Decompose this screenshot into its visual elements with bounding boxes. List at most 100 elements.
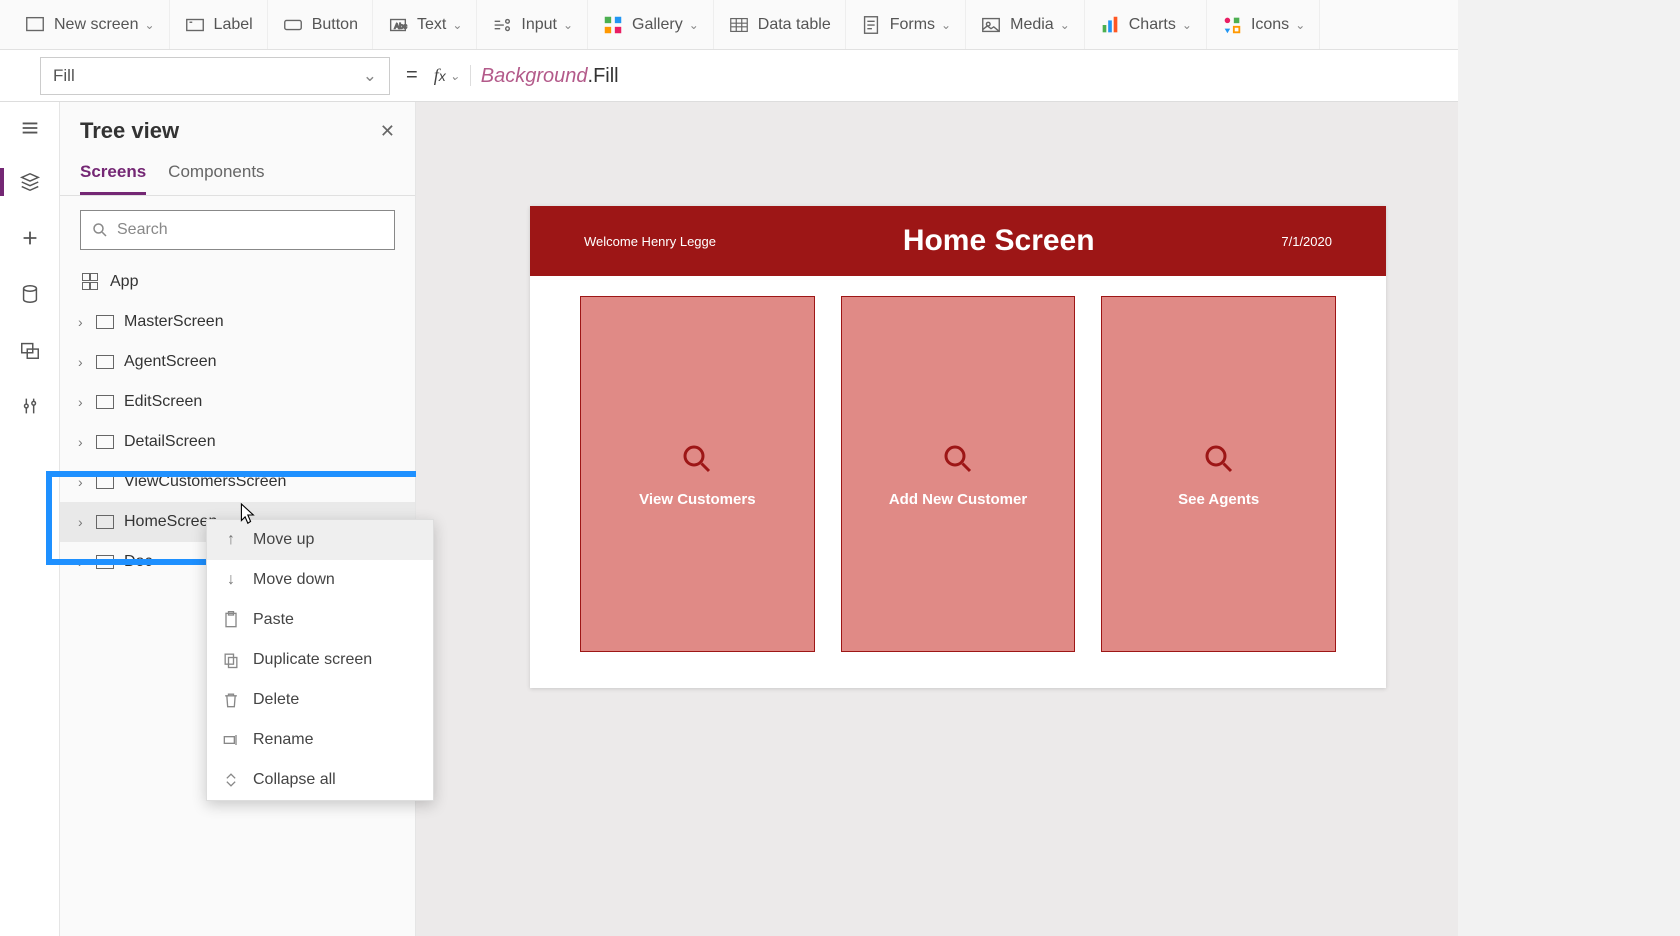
svg-text:Abc: Abc	[394, 21, 407, 30]
tree-item-agentscreen[interactable]: › AgentScreen	[60, 342, 415, 382]
tree-view-panel: Tree view ✕ Screens Components Search Ap…	[60, 102, 416, 936]
label-icon	[184, 14, 206, 36]
chevron-down-icon: ⌄	[144, 18, 154, 32]
arrow-down-icon: ↓	[221, 570, 241, 590]
screen-icon	[96, 435, 114, 449]
tree-item-label: Doc	[124, 553, 152, 571]
ctx-collapse-all[interactable]: Collapse all	[207, 760, 433, 800]
input-label: Input	[521, 16, 557, 34]
app-preview[interactable]: Welcome Henry Legge Home Screen 7/1/2020…	[530, 206, 1386, 688]
label-label: Label	[214, 16, 253, 34]
ctx-delete[interactable]: Delete	[207, 680, 433, 720]
formula-bar: Fill ⌄ = fx⌄ Background.Fill	[0, 50, 1680, 102]
gallery-label: Gallery	[632, 16, 683, 34]
tree-item-label: MasterScreen	[124, 313, 224, 331]
data-button[interactable]	[10, 274, 50, 314]
media-panel-button[interactable]	[10, 330, 50, 370]
chevron-down-icon: ⌄	[1182, 18, 1192, 32]
data-table-button[interactable]: Data table	[714, 0, 846, 49]
ctx-duplicate[interactable]: Duplicate screen	[207, 640, 433, 680]
screen-icon	[24, 14, 46, 36]
tools-button[interactable]	[10, 386, 50, 426]
icons-label: Icons	[1251, 16, 1289, 34]
media-button[interactable]: Media ⌄	[966, 0, 1085, 49]
hamburger-button[interactable]	[10, 108, 50, 148]
screen-icon	[96, 555, 114, 569]
welcome-text: Welcome Henry Legge	[584, 234, 716, 249]
chevron-down-icon: ⌄	[452, 18, 462, 32]
tile-label: See Agents	[1178, 491, 1259, 508]
tab-components[interactable]: Components	[168, 154, 264, 195]
chevron-right-icon: ›	[78, 474, 92, 490]
tree-item-editscreen[interactable]: › EditScreen	[60, 382, 415, 422]
paste-icon	[221, 610, 241, 630]
tree-view-button[interactable]	[10, 162, 50, 202]
new-screen-label: New screen	[54, 16, 138, 34]
ctx-label: Duplicate screen	[253, 651, 372, 669]
charts-icon	[1099, 14, 1121, 36]
formula-input[interactable]: Background.Fill	[481, 63, 619, 88]
tree-item-viewcustomersscreen[interactable]: › ViewCustomersScreen	[60, 462, 415, 502]
ctx-rename[interactable]: Rename	[207, 720, 433, 760]
icons-button[interactable]: Icons ⌄	[1207, 0, 1320, 49]
table-icon	[728, 14, 750, 36]
media-label: Media	[1010, 16, 1054, 34]
ctx-move-up[interactable]: ↑ Move up	[207, 520, 433, 560]
tree-item-label: ViewCustomersScreen	[124, 473, 286, 491]
chevron-right-icon: ›	[78, 354, 92, 370]
chevron-right-icon: ›	[78, 554, 92, 570]
input-icon	[491, 14, 513, 36]
button-icon	[282, 14, 304, 36]
ctx-paste[interactable]: Paste	[207, 600, 433, 640]
search-input[interactable]: Search	[80, 210, 395, 250]
icons-icon	[1221, 14, 1243, 36]
screen-icon	[96, 315, 114, 329]
trash-icon	[221, 690, 241, 710]
ctx-label: Paste	[253, 611, 294, 629]
ctx-move-down[interactable]: ↓ Move down	[207, 560, 433, 600]
formula-token-property: .Fill	[588, 65, 619, 87]
search-placeholder: Search	[117, 221, 168, 239]
button-button[interactable]: Button	[268, 0, 373, 49]
gallery-button[interactable]: Gallery ⌄	[588, 0, 714, 49]
collapse-icon	[221, 770, 241, 790]
chevron-down-icon: ⌄	[941, 18, 951, 32]
tile-add-customer[interactable]: Add New Customer	[841, 296, 1076, 652]
viewport-edge	[1458, 0, 1680, 936]
ctx-label: Rename	[253, 731, 313, 749]
tree-item-detailscreen[interactable]: › DetailScreen	[60, 422, 415, 462]
forms-label: Forms	[890, 16, 935, 34]
text-button[interactable]: Abc Text ⌄	[373, 0, 477, 49]
forms-icon	[860, 14, 882, 36]
search-icon	[940, 441, 976, 477]
date-text: 7/1/2020	[1281, 234, 1332, 249]
tree-item-label: App	[110, 273, 138, 291]
tile-label: Add New Customer	[889, 491, 1027, 508]
gallery-icon	[602, 14, 624, 36]
insert-button[interactable]	[10, 218, 50, 258]
close-panel-button[interactable]: ✕	[380, 121, 395, 142]
tree-item-masterscreen[interactable]: › MasterScreen	[60, 302, 415, 342]
tile-label: View Customers	[639, 491, 755, 508]
new-screen-button[interactable]: New screen ⌄	[10, 0, 170, 49]
property-selector[interactable]: Fill ⌄	[40, 57, 390, 95]
forms-button[interactable]: Forms ⌄	[846, 0, 966, 49]
label-button[interactable]: Label	[170, 0, 268, 49]
chevron-right-icon: ›	[78, 394, 92, 410]
chevron-right-icon: ›	[78, 314, 92, 330]
tree-view-title: Tree view	[80, 118, 179, 144]
screen-title: Home Screen	[903, 224, 1095, 258]
context-menu: ↑ Move up ↓ Move down Paste Duplicate sc…	[206, 519, 434, 801]
chevron-down-icon: ⌄	[363, 66, 377, 86]
tab-screens[interactable]: Screens	[80, 154, 146, 195]
charts-button[interactable]: Charts ⌄	[1085, 0, 1207, 49]
ctx-label: Move down	[253, 571, 335, 589]
tile-view-customers[interactable]: View Customers	[580, 296, 815, 652]
tree-item-app[interactable]: App	[60, 262, 415, 302]
insert-ribbon: New screen ⌄ Label Button Abc Text ⌄ Inp…	[0, 0, 1680, 50]
tile-see-agents[interactable]: See Agents	[1101, 296, 1336, 652]
fx-button[interactable]: fx⌄	[434, 65, 471, 86]
formula-token-object: Background	[481, 65, 588, 87]
tree-item-label: DetailScreen	[124, 433, 216, 451]
input-button[interactable]: Input ⌄	[477, 0, 588, 49]
